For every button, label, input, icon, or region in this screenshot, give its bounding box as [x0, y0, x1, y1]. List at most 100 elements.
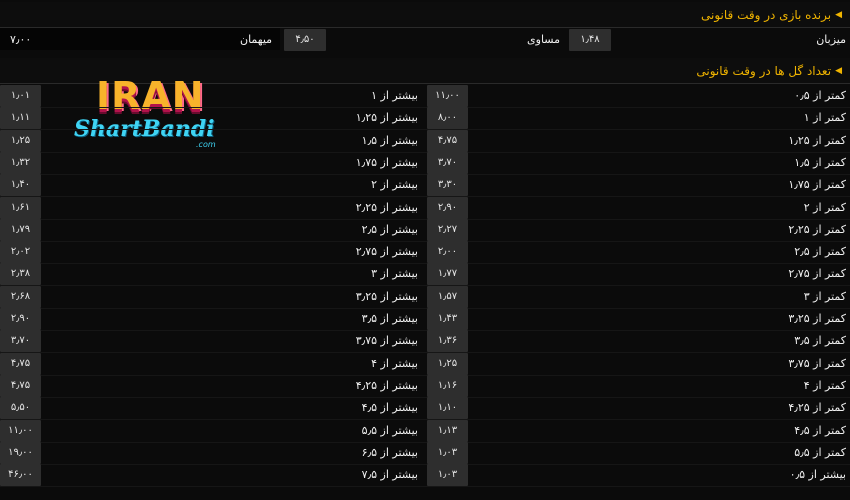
- row-divider: [0, 397, 850, 398]
- under-label: کمتر از ۴: [803, 379, 846, 392]
- home-label: میزبان: [816, 33, 846, 46]
- over-odd-button[interactable]: ۴٫۷۵: [0, 353, 41, 375]
- row-divider: [0, 241, 850, 242]
- away-label: میهمان: [240, 33, 273, 46]
- under-odd-button[interactable]: ۸٫۰۰: [427, 107, 468, 129]
- under-odd-button[interactable]: ۱٫۲۵: [427, 353, 468, 375]
- under-odd-button[interactable]: ۱٫۳۶: [427, 330, 468, 352]
- row-divider: [0, 308, 850, 309]
- over-odd-button[interactable]: ۲٫۶۸: [0, 286, 41, 308]
- under-label: کمتر از ۲٫۲۵: [788, 223, 846, 236]
- under-label: کمتر از ۴٫۲۵: [788, 401, 846, 414]
- over-label: بیشتر از ۳٫۲۵: [355, 290, 418, 303]
- row-divider: [0, 152, 850, 153]
- under-odd-button[interactable]: ۱٫۰۳: [427, 464, 468, 486]
- row-divider: [0, 107, 850, 108]
- over-label: بیشتر از ۷٫۵: [361, 468, 418, 481]
- away-odd-button[interactable]: ۷٫۰۰: [10, 29, 31, 51]
- under-odd-button[interactable]: ۲٫۲۷: [427, 219, 468, 241]
- under-odd-button[interactable]: ۱٫۱۳: [427, 420, 468, 442]
- match-winner-header[interactable]: برنده بازی در وقت قانونی ◀: [0, 2, 850, 28]
- under-odd-button[interactable]: ۴٫۷۵: [427, 130, 468, 152]
- over-odd-button[interactable]: ۱۱٫۰۰: [0, 420, 41, 442]
- row-divider: [0, 464, 850, 465]
- over-odd-button[interactable]: ۵٫۵۰: [0, 397, 41, 419]
- over-odd-button[interactable]: ۱٫۶۱: [0, 197, 41, 219]
- row-divider: [0, 129, 850, 130]
- over-odd-button[interactable]: ۲٫۹۰: [0, 308, 41, 330]
- over-label: بیشتر از ۲٫۷۵: [355, 245, 418, 258]
- over-label: بیشتر از ۲٫۲۵: [355, 201, 418, 214]
- row-divider: [0, 352, 850, 353]
- row-divider: [0, 419, 850, 420]
- over-label: بیشتر از ۵٫۵: [361, 424, 418, 437]
- over-odd-button[interactable]: ۲٫۳۸: [0, 263, 41, 285]
- over-label: بیشتر از ۲٫۵: [361, 223, 418, 236]
- under-odd-button[interactable]: ۱٫۰۳: [427, 442, 468, 464]
- home-odd-button[interactable]: ۱٫۴۸: [569, 29, 611, 51]
- draw-label: مساوی: [527, 33, 560, 46]
- row-divider: [0, 196, 850, 197]
- under-label: کمتر از ۱٫۷۵: [788, 178, 846, 191]
- under-label: کمتر از ۱: [803, 111, 846, 124]
- iranshartbandi-logo: IRAN ShartBandi .com: [74, 74, 216, 149]
- under-odd-button[interactable]: ۱٫۴۳: [427, 308, 468, 330]
- over-label: بیشتر از ۴٫۲۵: [355, 379, 418, 392]
- under-label: کمتر از ۴٫۵: [794, 424, 846, 437]
- over-label: بیشتر از ۳: [371, 267, 418, 280]
- over-label: بیشتر از ۱٫۵: [361, 134, 418, 147]
- under-odd-button[interactable]: ۱٫۵۷: [427, 286, 468, 308]
- under-odd-button[interactable]: ۳٫۷۰: [427, 152, 468, 174]
- over-odd-button[interactable]: ۱٫۲۵: [0, 130, 41, 152]
- caret-left-icon: ◀: [835, 65, 842, 76]
- under-label: کمتر از ۰٫۵: [794, 89, 846, 102]
- over-odd-button[interactable]: ۴٫۷۵: [0, 375, 41, 397]
- under-label: کمتر از ۱٫۲۵: [788, 134, 846, 147]
- under-odd-button[interactable]: ۱٫۷۷: [427, 263, 468, 285]
- over-label: بیشتر از ۴: [371, 357, 418, 370]
- draw-odd-button[interactable]: ۴٫۵۰: [284, 29, 326, 51]
- under-label: کمتر از ۲: [803, 201, 846, 214]
- row-divider: [0, 174, 850, 175]
- under-label: کمتر از ۳٫۵: [794, 334, 846, 347]
- under-odd-button[interactable]: ۱٫۱۰: [427, 397, 468, 419]
- under-odd-button[interactable]: ۱۱٫۰۰: [427, 85, 468, 107]
- over-odd-button[interactable]: ۱٫۴۰: [0, 174, 41, 196]
- row-divider: [0, 263, 850, 264]
- under-odd-button[interactable]: ۲٫۹۰: [427, 197, 468, 219]
- under-label: کمتر از ۳: [803, 290, 846, 303]
- over-odd-button[interactable]: ۱۹٫۰۰: [0, 442, 41, 464]
- row-divider: [0, 442, 850, 443]
- under-label: بیشتر از ۰٫۵: [789, 468, 846, 481]
- over-label: بیشتر از ۴٫۵: [361, 401, 418, 414]
- over-label: بیشتر از ۲: [371, 178, 418, 191]
- caret-left-icon: ◀: [835, 9, 842, 20]
- over-odd-button[interactable]: ۱٫۱۱: [0, 107, 41, 129]
- under-label: کمتر از ۱٫۵: [794, 156, 846, 169]
- under-odd-button[interactable]: ۳٫۳۰: [427, 174, 468, 196]
- over-odd-button[interactable]: ۳٫۷۰: [0, 330, 41, 352]
- over-label: بیشتر از ۱٫۷۵: [355, 156, 418, 169]
- under-label: کمتر از ۳٫۲۵: [788, 312, 846, 325]
- under-label: کمتر از ۲٫۵: [794, 245, 846, 258]
- row-divider: [0, 486, 850, 487]
- over-label: بیشتر از ۱٫۲۵: [355, 111, 418, 124]
- over-label: بیشتر از ۶٫۵: [361, 446, 418, 459]
- over-odd-button[interactable]: ۱٫۰۱: [0, 85, 41, 107]
- over-label: بیشتر از ۱: [371, 89, 418, 102]
- row-divider: [0, 330, 850, 331]
- over-odd-button[interactable]: ۴۶٫۰۰: [0, 464, 41, 486]
- row-divider: [0, 219, 850, 220]
- under-label: کمتر از ۵٫۵: [794, 446, 846, 459]
- under-odd-button[interactable]: ۱٫۱۶: [427, 375, 468, 397]
- row-divider: [0, 375, 850, 376]
- match-winner-title: برنده بازی در وقت قانونی: [701, 7, 832, 22]
- away-row-bg: [0, 28, 280, 50]
- under-label: کمتر از ۳٫۷۵: [788, 357, 846, 370]
- under-odd-button[interactable]: ۲٫۰۰: [427, 241, 468, 263]
- over-label: بیشتر از ۳٫۵: [361, 312, 418, 325]
- over-odd-button[interactable]: ۱٫۷۹: [0, 219, 41, 241]
- under-label: کمتر از ۲٫۷۵: [788, 267, 846, 280]
- over-odd-button[interactable]: ۱٫۳۲: [0, 152, 41, 174]
- over-odd-button[interactable]: ۲٫۰۲: [0, 241, 41, 263]
